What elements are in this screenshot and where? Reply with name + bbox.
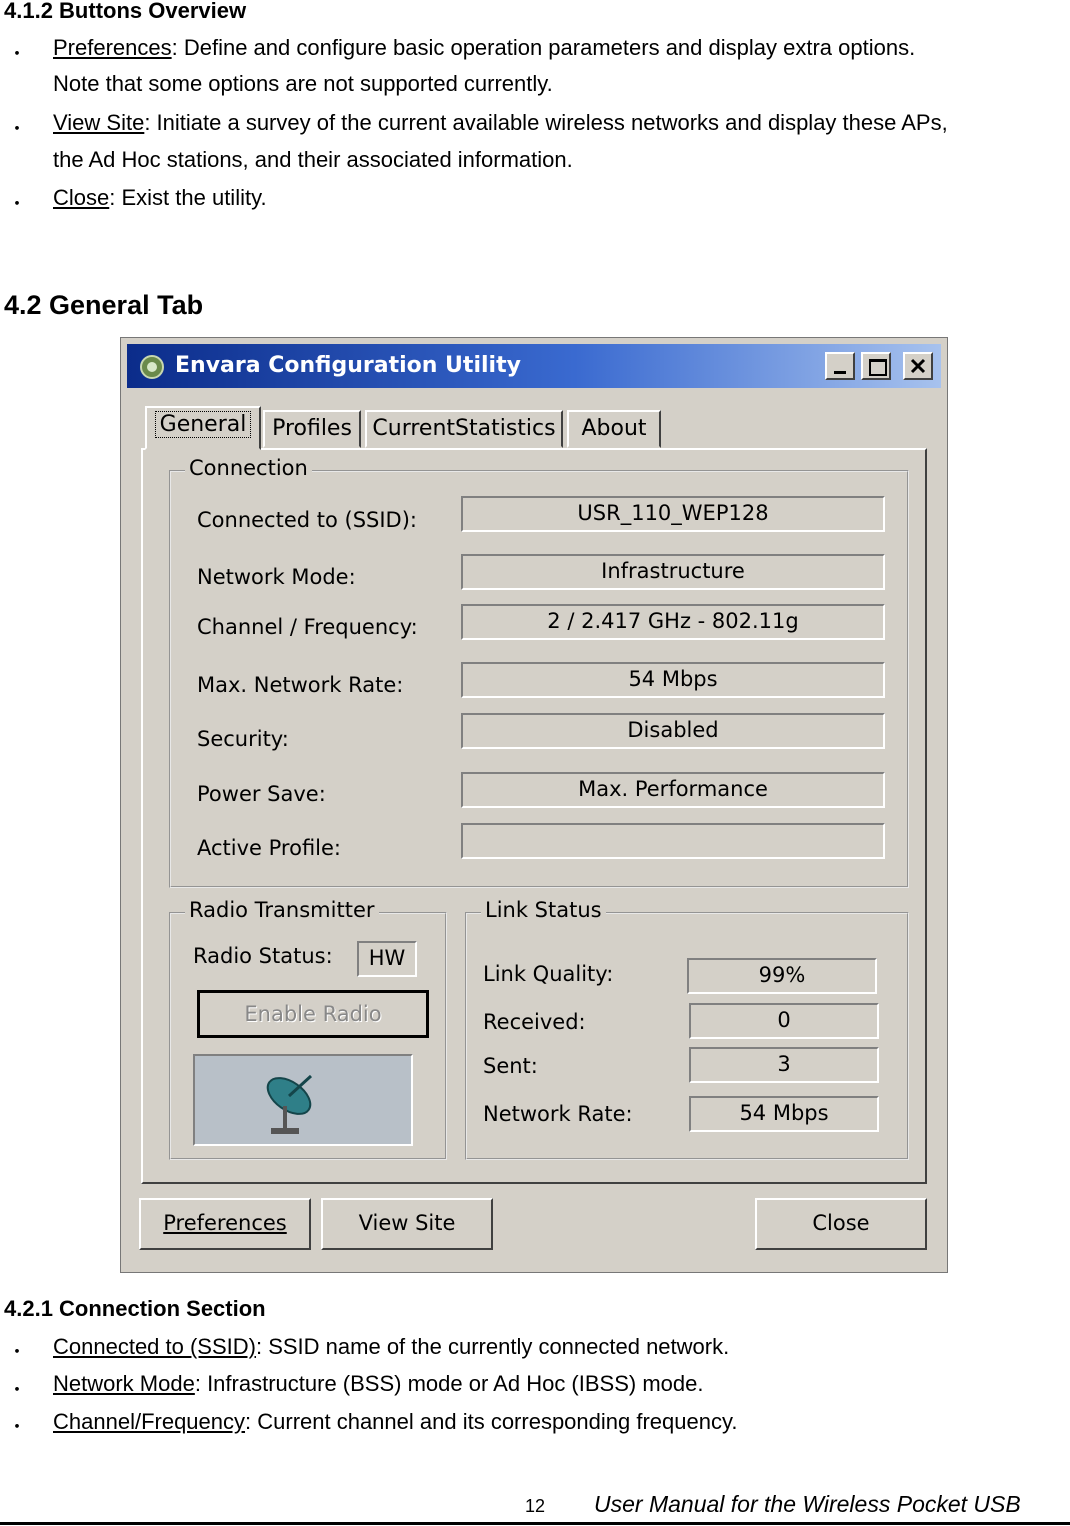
desc-line1: : Initiate a survey of the current avail… — [144, 110, 948, 135]
desc: : SSID name of the currently connected n… — [255, 1334, 730, 1359]
desc: : Current channel and its corresponding … — [245, 1409, 738, 1434]
term-connected-to: Connected to (SSID) — [53, 1334, 256, 1359]
bullet-icon: ・ — [8, 1342, 26, 1362]
bullet-icon: ・ — [8, 1380, 26, 1400]
general-tab-panel: Connection Connected to (SSID): USR_110_… — [141, 448, 927, 1184]
connection-group-title: Connection — [185, 456, 312, 480]
window-titlebar: Envara Configuration Utility — [127, 344, 941, 388]
bullet-preferences: Preferences: Define and configure basic … — [53, 29, 1065, 66]
ssid-label: Connected to (SSID): — [197, 508, 417, 532]
bullet-icon: ・ — [8, 44, 26, 64]
channel-frequency-field: 2 / 2.417 GHz - 802.11g — [461, 604, 885, 640]
footer-title: User Manual for the Wireless Pocket USB — [594, 1491, 1021, 1517]
tab-current-statistics[interactable]: CurrentStatistics — [365, 410, 563, 448]
network-rate-label: Network Rate: — [483, 1102, 633, 1126]
config-utility-window: Envara Configuration Utility General Pro… — [120, 337, 948, 1273]
bullet-preferences-line2: Note that some options are not supported… — [53, 71, 553, 96]
bullet-network-mode: Network Mode: Infrastructure (BSS) mode … — [53, 1365, 703, 1402]
radio-antenna-image — [193, 1054, 413, 1146]
section-heading-4-2: 4.2 General Tab — [4, 290, 204, 320]
received-label: Received: — [483, 1010, 586, 1034]
link-quality-label: Link Quality: — [483, 962, 614, 986]
window-title: Envara Configuration Utility — [175, 353, 521, 378]
security-label: Security: — [197, 727, 289, 751]
power-save-field: Max. Performance — [461, 772, 885, 808]
received-field: 0 — [689, 1003, 879, 1039]
power-save-label: Power Save: — [197, 782, 326, 806]
view-site-button-label: View Site — [358, 1211, 456, 1235]
connection-group: Connection Connected to (SSID): USR_110_… — [169, 456, 909, 888]
app-icon — [140, 355, 164, 379]
sent-field: 3 — [689, 1047, 879, 1083]
term-channel-frequency: Channel/Frequency — [53, 1409, 246, 1434]
term-preferences: Preferences — [53, 35, 172, 60]
tab-profiles[interactable]: Profiles — [263, 410, 361, 448]
section-heading-4-2-1: 4.2.1 Connection Section — [4, 1296, 266, 1321]
sent-label: Sent: — [483, 1054, 538, 1078]
link-status-group: Link Status Link Quality: 99% Received: … — [465, 898, 909, 1160]
bullet-close: Close: Exist the utility. — [53, 179, 267, 216]
tab-general[interactable]: General — [145, 406, 261, 450]
close-button[interactable]: Close — [755, 1198, 927, 1250]
term-close: Close — [53, 185, 110, 210]
active-profile-field — [461, 823, 885, 859]
maximize-icon — [869, 359, 887, 376]
close-icon — [910, 358, 926, 374]
bullet-connected-to: Connected to (SSID): SSID name of the cu… — [53, 1328, 729, 1365]
tab-general-label: General — [154, 411, 252, 438]
bullet-icon: ・ — [8, 119, 26, 139]
desc-line1: : Define and configure basic operation p… — [171, 35, 916, 60]
close-window-button[interactable] — [903, 352, 933, 380]
radio-status-label: Radio Status: — [193, 944, 333, 968]
max-network-rate-label: Max. Network Rate: — [197, 673, 404, 697]
view-site-button[interactable]: View Site — [321, 1198, 493, 1250]
active-profile-label: Active Profile: — [197, 836, 342, 860]
enable-radio-button[interactable]: Enable Radio — [197, 990, 429, 1038]
bullet-view-site-line2: the Ad Hoc stations, and their associate… — [53, 147, 573, 172]
max-network-rate-field: 54 Mbps — [461, 662, 885, 698]
term-view-site: View Site — [53, 110, 145, 135]
footer-rule — [0, 1522, 1070, 1525]
channel-frequency-label: Channel / Frequency: — [197, 615, 418, 639]
bullet-channel-frequency: Channel/Frequency: Current channel and i… — [53, 1403, 737, 1440]
bullet-icon: ・ — [8, 1417, 26, 1437]
bullet-icon: ・ — [8, 194, 26, 214]
radio-transmitter-group: Radio Transmitter Radio Status: HW Enabl… — [169, 898, 447, 1160]
satellite-dish-icon — [266, 1074, 313, 1134]
radio-status-field: HW — [357, 941, 417, 977]
network-mode-field: Infrastructure — [461, 554, 885, 590]
link-quality-field: 99% — [687, 958, 877, 994]
ssid-field: USR_110_WEP128 — [461, 496, 885, 532]
desc: : Infrastructure (BSS) mode or Ad Hoc (I… — [194, 1371, 704, 1396]
maximize-button[interactable] — [861, 352, 891, 380]
page-number: 12 — [525, 1496, 546, 1516]
desc-line1: : Exist the utility. — [109, 185, 267, 210]
minimize-icon — [834, 371, 846, 374]
tab-about[interactable]: About — [567, 410, 661, 448]
security-field: Disabled — [461, 713, 885, 749]
minimize-button[interactable] — [825, 352, 855, 380]
close-button-label: Close — [812, 1211, 870, 1235]
radio-transmitter-title: Radio Transmitter — [185, 898, 379, 922]
bullet-view-site: View Site: Initiate a survey of the curr… — [53, 104, 1070, 141]
term-network-mode: Network Mode — [53, 1371, 195, 1396]
network-rate-field: 54 Mbps — [689, 1096, 879, 1132]
preferences-button-label: Preferences — [163, 1211, 287, 1235]
network-mode-label: Network Mode: — [197, 565, 356, 589]
section-heading-4-1-2: 4.1.2 Buttons Overview — [4, 0, 247, 23]
link-status-title: Link Status — [481, 898, 606, 922]
preferences-button[interactable]: Preferences — [139, 1198, 311, 1250]
